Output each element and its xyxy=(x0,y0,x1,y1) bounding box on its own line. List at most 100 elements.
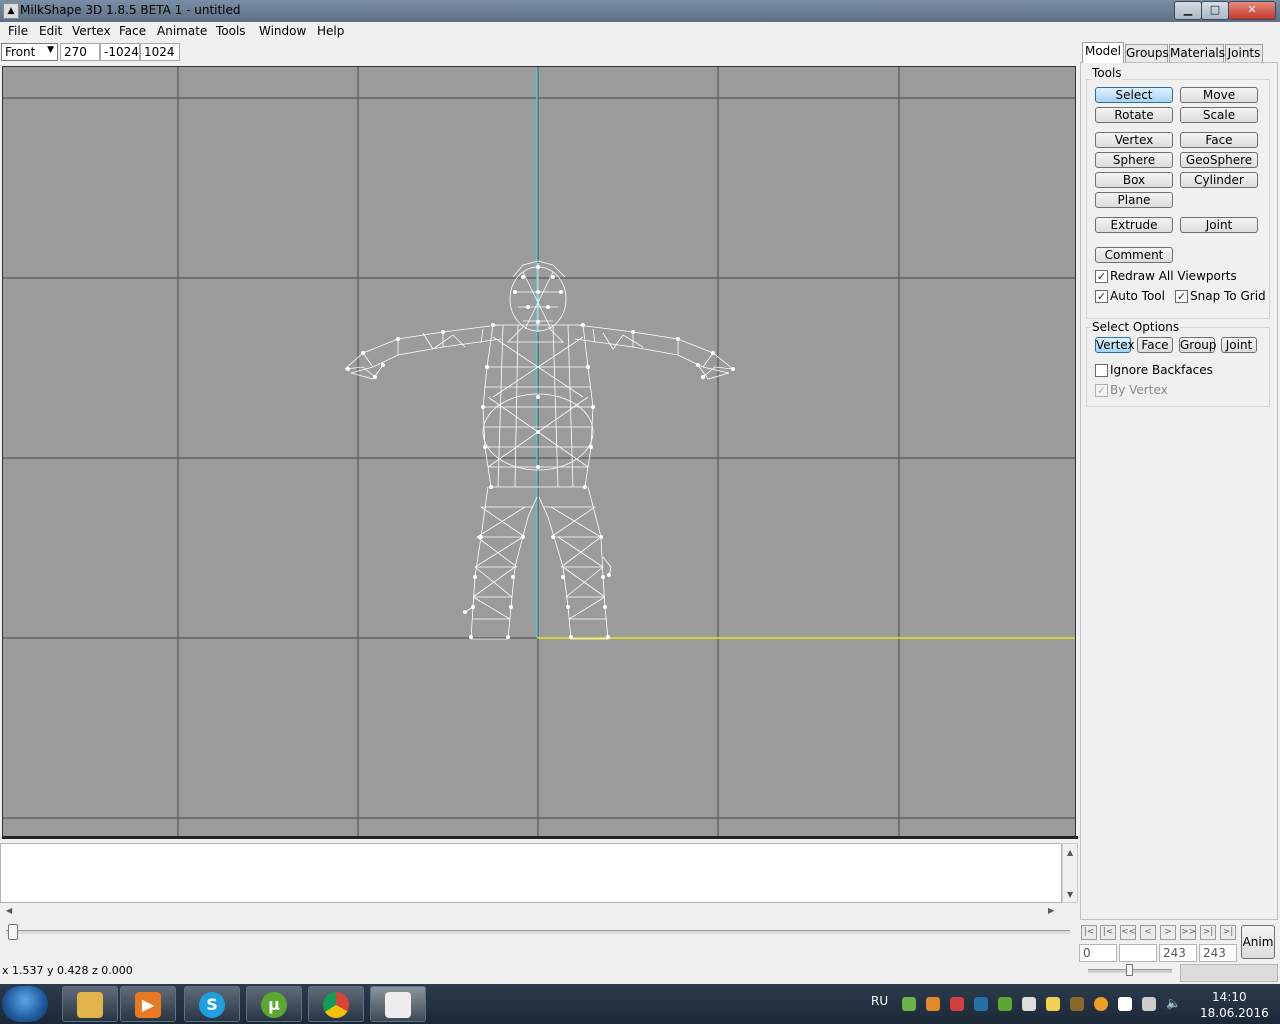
last-frame-button[interactable]: >| xyxy=(1220,925,1236,940)
extrude-tool-button[interactable]: Extrude xyxy=(1095,217,1173,233)
scroll-up-icon[interactable]: ▲ xyxy=(1067,848,1073,857)
fast-forward-button[interactable]: >> xyxy=(1180,925,1196,940)
timeline-slider-handle[interactable] xyxy=(8,924,18,940)
scale-tool-button[interactable]: Scale xyxy=(1180,107,1258,123)
menu-bar: File Edit Vertex Face Animate Tools Wind… xyxy=(0,22,1280,42)
next-frame-button[interactable]: > xyxy=(1160,925,1176,940)
menu-file[interactable]: File xyxy=(8,24,28,38)
next-key-button[interactable]: >| xyxy=(1200,925,1216,940)
clock-time[interactable]: 14:10 xyxy=(1212,990,1247,1004)
coord-y-field[interactable]: -1024 xyxy=(100,43,140,61)
scroll-down-icon[interactable]: ▼ xyxy=(1067,890,1073,899)
taskbar-media-player[interactable]: ▶ xyxy=(120,986,176,1022)
window-title: MilkShape 3D 1.8.5 BETA 1 - untitled xyxy=(20,3,241,17)
message-output[interactable] xyxy=(0,843,1062,903)
menu-window[interactable]: Window xyxy=(259,24,306,38)
move-tool-button[interactable]: Move xyxy=(1180,87,1258,103)
taskbar-milkshape[interactable] xyxy=(370,986,426,1022)
face-tool-button[interactable]: Face xyxy=(1180,132,1258,148)
play-icon: ▶ xyxy=(135,992,161,1018)
coord-z-field[interactable]: 1024 xyxy=(140,43,180,61)
scroll-left-icon[interactable]: ◀ xyxy=(6,906,12,915)
tray-network-icon[interactable] xyxy=(950,997,964,1011)
front-viewport[interactable] xyxy=(2,66,1076,837)
wireframe-model[interactable] xyxy=(344,260,734,640)
plane-tool-button[interactable]: Plane xyxy=(1095,192,1173,208)
by-vertex-label: By Vertex xyxy=(1110,383,1168,397)
select-tool-button[interactable]: Select xyxy=(1095,87,1173,103)
menu-vertex[interactable]: Vertex xyxy=(72,24,111,38)
vertex-tool-button[interactable]: Vertex xyxy=(1095,132,1173,148)
maximize-button[interactable]: □ xyxy=(1201,1,1229,20)
ignore-backfaces-checkbox[interactable] xyxy=(1095,364,1108,377)
viewport-grid xyxy=(3,67,1075,836)
speed-slider-handle[interactable] xyxy=(1126,964,1133,976)
tray-windows-icon[interactable] xyxy=(1118,997,1132,1011)
frame-end-field[interactable]: 243 xyxy=(1159,944,1197,962)
minimize-button[interactable]: ▁ xyxy=(1174,1,1202,20)
menu-help[interactable]: Help xyxy=(317,24,344,38)
prev-frame-button[interactable]: < xyxy=(1140,925,1156,940)
comment-tool-button[interactable]: Comment xyxy=(1095,247,1173,263)
menu-edit[interactable]: Edit xyxy=(39,24,62,38)
anim-button[interactable]: Anim xyxy=(1241,925,1275,959)
tab-model[interactable]: Model xyxy=(1082,42,1124,63)
select-face-button[interactable]: Face xyxy=(1137,337,1173,353)
menu-animate[interactable]: Animate xyxy=(157,24,207,38)
status-panel xyxy=(1180,964,1278,982)
ignore-backfaces-label: Ignore Backfaces xyxy=(1110,363,1213,377)
start-button[interactable] xyxy=(2,986,48,1022)
language-indicator[interactable]: RU xyxy=(871,994,888,1008)
taskbar-chrome[interactable] xyxy=(308,986,364,1022)
cylinder-tool-button[interactable]: Cylinder xyxy=(1180,172,1258,188)
tab-materials[interactable]: Materials xyxy=(1169,44,1225,62)
select-joint-button[interactable]: Joint xyxy=(1221,337,1257,353)
volume-icon[interactable]: 🔈 xyxy=(1166,996,1181,1010)
menu-face[interactable]: Face xyxy=(119,24,146,38)
snap-to-grid-checkbox[interactable]: ✓ xyxy=(1175,290,1188,303)
joint-tool-button[interactable]: Joint xyxy=(1180,217,1258,233)
close-button[interactable]: ✕ xyxy=(1228,1,1276,20)
taskbar-explorer[interactable] xyxy=(62,986,118,1022)
tray-app-icon[interactable] xyxy=(1070,997,1084,1011)
rewind-button[interactable]: << xyxy=(1120,925,1136,940)
taskbar-skype[interactable]: S xyxy=(184,986,240,1022)
first-frame-button[interactable]: |< xyxy=(1081,925,1097,940)
tray-app-icon[interactable] xyxy=(902,997,916,1011)
auto-tool-checkbox[interactable]: ✓ xyxy=(1095,290,1108,303)
tab-joints[interactable]: Joints xyxy=(1225,44,1263,62)
output-horizontal-scrollbar[interactable]: ◀ ▶ xyxy=(0,903,1062,919)
frame-current-field[interactable] xyxy=(1119,944,1157,962)
viewport-canvas xyxy=(3,67,1075,836)
tray-window-icon[interactable] xyxy=(1022,997,1036,1011)
coord-x-field[interactable]: 270 xyxy=(60,43,100,61)
frame-start-field[interactable]: 0 xyxy=(1079,944,1117,962)
tray-display-icon[interactable] xyxy=(1142,997,1156,1011)
select-group-button[interactable]: Group xyxy=(1179,337,1217,353)
taskbar-utorrent[interactable]: µ xyxy=(246,986,302,1022)
sphere-tool-button[interactable]: Sphere xyxy=(1095,152,1173,168)
redraw-all-checkbox[interactable]: ✓ xyxy=(1095,270,1108,283)
output-vertical-scrollbar[interactable]: ▲ ▼ xyxy=(1062,843,1078,903)
tray-steam-icon[interactable] xyxy=(974,997,988,1011)
tray-utorrent-icon[interactable] xyxy=(998,997,1012,1011)
status-coordinates: x 1.537 y 0.428 z 0.000 xyxy=(2,964,133,977)
menu-tools[interactable]: Tools xyxy=(216,24,246,38)
box-tool-button[interactable]: Box xyxy=(1095,172,1173,188)
by-vertex-checkbox: ✓ xyxy=(1095,384,1108,397)
geosphere-tool-button[interactable]: GeoSphere xyxy=(1180,152,1258,168)
frame-total-field[interactable]: 243 xyxy=(1199,944,1237,962)
tray-folder-icon[interactable] xyxy=(1046,997,1060,1011)
clock-date[interactable]: 18.06.2016 xyxy=(1200,1006,1269,1020)
timeline-track[interactable] xyxy=(6,930,1070,934)
view-select[interactable]: Front ▼ xyxy=(1,43,58,61)
select-vertex-button[interactable]: Vertex xyxy=(1095,337,1135,353)
milkshape-icon xyxy=(385,992,411,1018)
tray-app-icon[interactable] xyxy=(1094,997,1108,1011)
scroll-right-icon[interactable]: ▶ xyxy=(1048,906,1054,915)
skype-icon: S xyxy=(199,992,225,1018)
rotate-tool-button[interactable]: Rotate xyxy=(1095,107,1173,123)
tab-groups[interactable]: Groups xyxy=(1125,44,1169,62)
prev-key-button[interactable]: |< xyxy=(1100,925,1116,940)
tray-app-icon[interactable] xyxy=(926,997,940,1011)
